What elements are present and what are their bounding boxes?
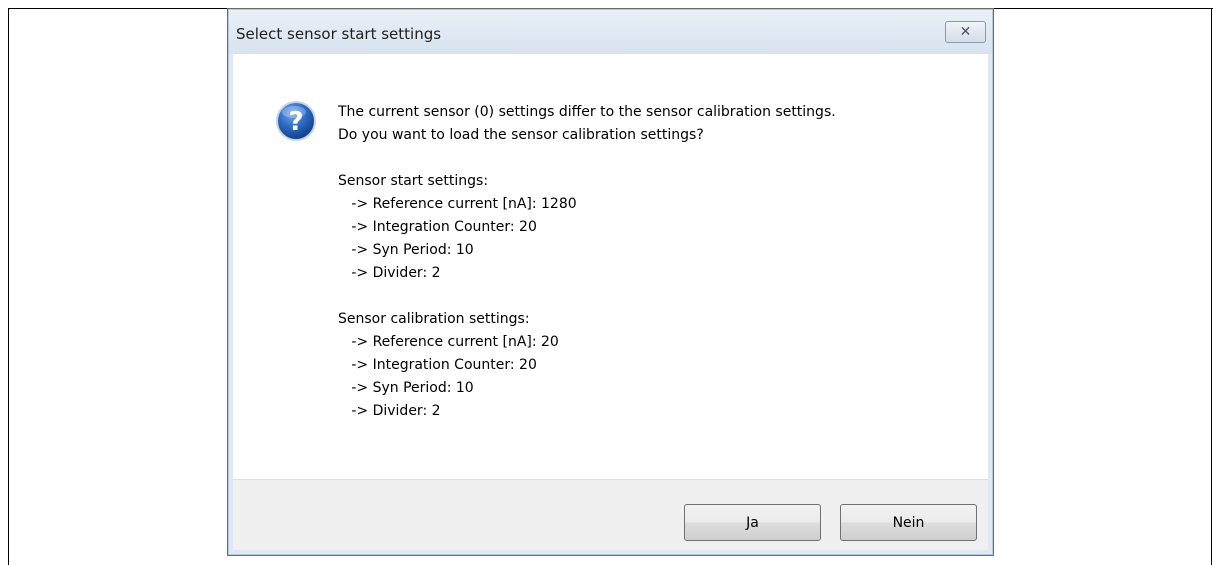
- dialog-title: Select sensor start settings: [236, 25, 442, 43]
- message-line-2: Do you want to load the sensor calibrati…: [338, 127, 704, 143]
- start-setting-syn-period: -> Syn Period: 10: [338, 242, 474, 258]
- svg-text:?: ?: [288, 107, 303, 137]
- start-settings-heading: Sensor start settings:: [338, 173, 489, 189]
- no-button[interactable]: Nein: [840, 504, 977, 541]
- frame-border-right: [1211, 8, 1212, 565]
- title-bar[interactable]: Select sensor start settings ✕: [229, 10, 992, 54]
- button-bar: Ja Nein: [233, 479, 988, 550]
- question-icon: ?: [276, 101, 316, 141]
- message-text: The current sensor (0) settings differ t…: [338, 101, 978, 423]
- close-button[interactable]: ✕: [945, 21, 986, 43]
- message-area: ? The current sensor (0) settings differ…: [233, 54, 988, 479]
- calibration-setting-integration-counter: -> Integration Counter: 20: [338, 357, 537, 373]
- yes-button[interactable]: Ja: [684, 504, 821, 541]
- calibration-setting-reference-current: -> Reference current [nA]: 20: [338, 334, 559, 350]
- start-setting-integration-counter: -> Integration Counter: 20: [338, 219, 537, 235]
- message-line-1: The current sensor (0) settings differ t…: [338, 104, 836, 120]
- close-icon: ✕: [959, 24, 972, 40]
- sensor-settings-dialog: Select sensor start settings ✕ ? The cur…: [227, 8, 994, 556]
- start-setting-divider: -> Divider: 2: [338, 265, 441, 281]
- calibration-setting-syn-period: -> Syn Period: 10: [338, 380, 474, 396]
- calibration-settings-heading: Sensor calibration settings:: [338, 311, 530, 327]
- frame-border-left: [8, 8, 9, 565]
- calibration-setting-divider: -> Divider: 2: [338, 403, 441, 419]
- start-setting-reference-current: -> Reference current [nA]: 1280: [338, 196, 577, 212]
